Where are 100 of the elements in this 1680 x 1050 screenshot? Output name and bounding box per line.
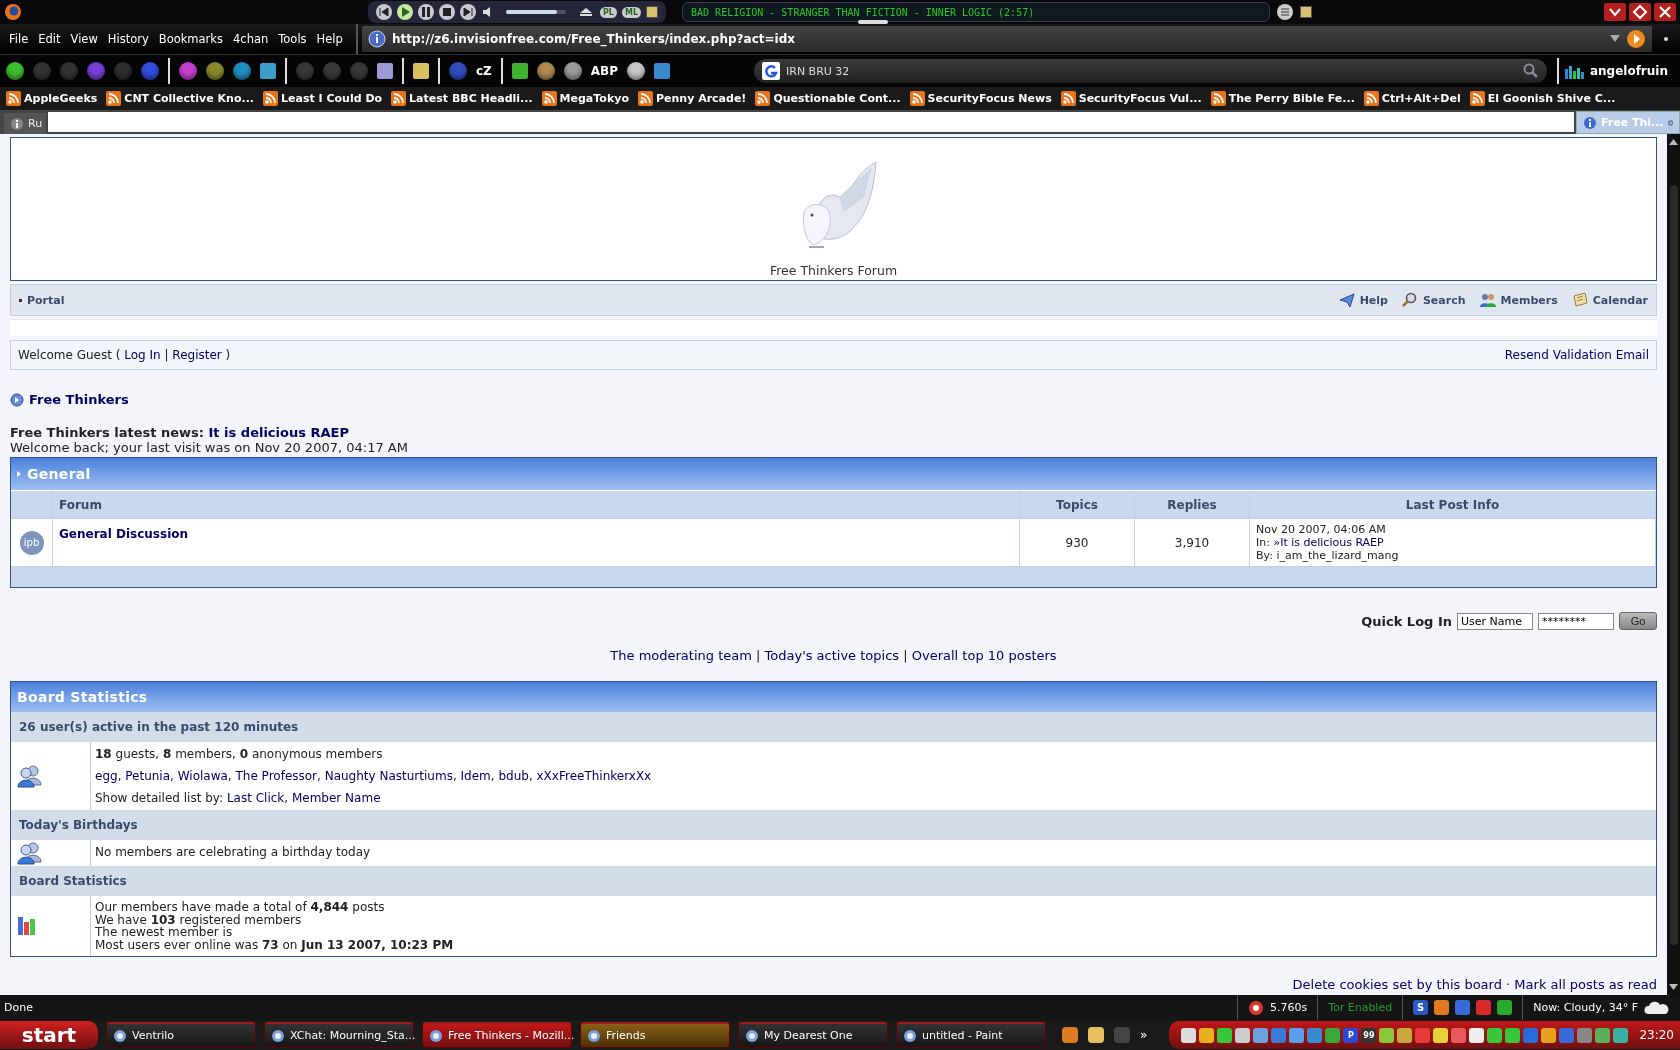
topic-link[interactable]: »It is delicious RAEP [1273, 536, 1384, 549]
member-link[interactable]: The Professor [235, 769, 318, 783]
player-toggle[interactable]: ML [621, 6, 642, 18]
taskbar-button[interactable]: untitled - Paint [896, 1022, 1046, 1048]
player-toggle[interactable]: PL [600, 6, 617, 18]
menu-item[interactable]: Edit [33, 32, 66, 46]
separator-text: , [317, 769, 322, 783]
member-link[interactable]: xXxFreeThinkerxXx [536, 769, 652, 783]
more-button[interactable]: » [1140, 1028, 1148, 1042]
breadcrumb-link[interactable]: Free Thinkers [29, 392, 129, 407]
tray-icon[interactable]: 99 [1361, 1027, 1377, 1043]
separator-text: , [284, 791, 290, 805]
taskbar-button[interactable]: Ventrilo [106, 1022, 256, 1048]
bookmark[interactable]: MegaTokyo [541, 91, 629, 106]
track-title: BAD RELIGION - STRANGER THAN FICTION - INNER LOGIC (2:57) [691, 6, 1035, 18]
bookmark[interactable]: Latest BBC Headli... [391, 91, 533, 106]
url-text: http://z6.invisionfree.com/Free_Thinkers/index.php?act=idx [392, 32, 796, 46]
resend-link[interactable]: Resend Validation Email [1504, 348, 1649, 362]
section-title: Board Statistics [11, 866, 1656, 896]
link[interactable]: Log In [124, 348, 161, 362]
bookmark[interactable]: Least I Could Do [263, 91, 383, 106]
member-link[interactable]: bdub [498, 769, 529, 783]
toolbar-button[interactable]: ABP [590, 64, 619, 78]
quick-login-label: Quick Log In [1361, 613, 1452, 629]
link[interactable]: Overall top 10 posters [911, 648, 1057, 663]
separator-text: · [1505, 977, 1512, 992]
last-visit-text: Welcome back; your last visit was on Nov 20 2007, 04:17 AM [10, 440, 409, 455]
member-link[interactable]: Wiolawa [177, 769, 228, 783]
in-label: In: [1256, 536, 1271, 549]
bookmark[interactable]: AppleGeeks [6, 91, 98, 106]
category-title: General [27, 466, 91, 482]
start-button[interactable]: start [0, 1021, 98, 1049]
stat-text: The newest member is [95, 926, 233, 939]
member-link[interactable]: Idem [460, 769, 491, 783]
member-link[interactable]: Naughty Nasturtiums [324, 769, 453, 783]
bookmark[interactable]: CNT Collective Kno... [106, 91, 254, 106]
forum-title: Free Thinkers Forum [769, 263, 898, 278]
stat-text: Show detailed list by: [95, 791, 225, 805]
bookmark[interactable]: Ctrl+Alt+Del [1363, 91, 1461, 106]
separator-text: , [117, 769, 123, 783]
username-field[interactable]: User Name [1457, 612, 1533, 630]
menu-item[interactable]: History [102, 32, 154, 46]
bookmark[interactable]: El Goonish Shive C... [1469, 91, 1616, 106]
browser-tab[interactable]: Ru [4, 113, 46, 134]
forum-link[interactable]: General Discussion [59, 527, 189, 541]
bookmark[interactable]: The Perry Bible Fe... [1210, 91, 1355, 106]
welcome-text: Welcome Guest ( Log In | Register ) [18, 348, 231, 362]
menu-item[interactable]: Help [311, 32, 348, 46]
tray-icon[interactable]: P [1343, 1027, 1359, 1043]
stat-text: No members are celebrating a birthday today [95, 845, 372, 859]
menu-item[interactable]: Tools [273, 32, 312, 46]
menu-item[interactable]: File [4, 32, 34, 46]
status-text: Done [4, 1001, 33, 1014]
bookmark[interactable]: Questionable Cont... [755, 91, 901, 106]
link[interactable]: Mark all posts as read [1514, 977, 1657, 992]
link[interactable]: Delete cookies set by this board [1292, 977, 1502, 992]
member-link[interactable]: Member Name [291, 791, 381, 805]
load-time: 5.760s [1269, 1001, 1308, 1014]
news-link[interactable]: It is delicious RAEP [208, 425, 349, 440]
portal-link[interactable]: Portal [27, 293, 65, 307]
section-title: Today's Birthdays [11, 810, 1656, 840]
separator-text: , [490, 769, 496, 783]
taskbar-button[interactable]: Friends [580, 1022, 730, 1048]
column-header: Last Post Info [1250, 491, 1656, 518]
separator-text: | [755, 648, 762, 663]
link[interactable]: Register [172, 348, 222, 362]
address-bar[interactable]: http://z6.invisionfree.com/Free_Thinkers/index.php?act=idx [362, 26, 1652, 52]
bookmark[interactable]: SecurityFocus News [909, 91, 1052, 106]
taskbar-button[interactable]: XChat: Mourning_Sta... [264, 1022, 414, 1048]
nav-link[interactable]: Members [1479, 292, 1558, 308]
link[interactable]: The moderating team [610, 648, 752, 663]
taskbar-button[interactable]: My Dearest One [738, 1022, 888, 1048]
stat-text: We have 103 registered members [95, 913, 303, 926]
go-button[interactable]: Go [1619, 612, 1657, 630]
clock: 23:20 [1639, 1028, 1674, 1042]
menu-item[interactable]: View [65, 32, 103, 46]
bookmark[interactable]: Penny Arcade! [637, 91, 747, 106]
separator-text: , [528, 769, 534, 783]
member-link[interactable]: egg [95, 769, 118, 783]
column-header: Forum [53, 491, 1020, 518]
menu-item[interactable]: 4chan [228, 32, 274, 46]
toolbar-button[interactable]: cZ [476, 64, 492, 78]
separator-text: | [902, 648, 909, 663]
weather-text: Now: Cloudy, 34° F [1533, 1001, 1638, 1014]
statistics-title: Board Statistics [17, 689, 148, 705]
status-icon[interactable]: S [1413, 1000, 1429, 1015]
nav-link[interactable]: Search [1401, 292, 1466, 308]
nav-link[interactable]: Calendar [1571, 292, 1648, 308]
last-post-date: Nov 20 2007, 04:06 AM [1256, 523, 1386, 536]
user-name: angelofruin [1589, 64, 1668, 78]
bookmark[interactable]: SecurityFocus Vul... [1060, 91, 1202, 106]
column-header: Replies [1135, 491, 1250, 518]
forum-status-icon: ipb [19, 530, 44, 555]
member-link[interactable]: Petunia [125, 769, 171, 783]
nav-link[interactable]: Help [1338, 292, 1388, 308]
password-field[interactable]: ******** [1538, 612, 1614, 630]
menu-item[interactable]: Bookmarks [153, 32, 228, 46]
taskbar-button[interactable]: Free Thinkers - Mozill... [422, 1022, 572, 1048]
search-field[interactable]: IRN BRU 32 [754, 59, 1547, 83]
link[interactable]: Today's active topics [764, 648, 900, 663]
